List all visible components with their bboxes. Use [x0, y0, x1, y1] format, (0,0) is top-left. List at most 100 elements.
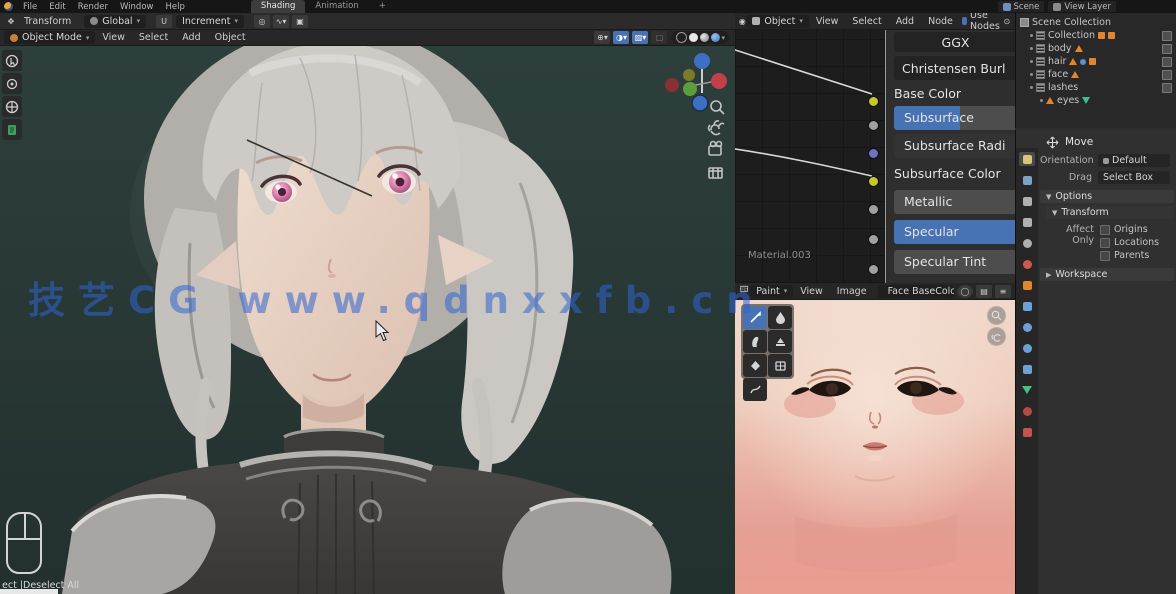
pivot-point-icon[interactable]: ▣: [292, 15, 308, 28]
distribution-dropdown[interactable]: GGX: [894, 32, 1015, 52]
viewport-menu-object[interactable]: Object: [208, 32, 253, 43]
param-specular-slider[interactable]: Specular: [894, 220, 1015, 244]
outliner-row-collection[interactable]: Collection: [1016, 29, 1176, 42]
param-subsurface-slider[interactable]: Subsurface: [894, 106, 1015, 130]
menu-help[interactable]: Help: [159, 2, 190, 12]
socket-subsurface[interactable]: [868, 120, 879, 131]
menu-window[interactable]: Window: [114, 2, 160, 12]
proportional-editing-icon[interactable]: ◎: [254, 15, 270, 28]
hide-dot-icon[interactable]: [1040, 99, 1043, 102]
properties-tab-object[interactable]: [1019, 278, 1035, 292]
visibility-checkbox[interactable]: [1162, 44, 1172, 54]
workspace-tab-+[interactable]: +: [369, 0, 396, 13]
node-menu-node[interactable]: Node: [921, 16, 960, 27]
properties-tab-output[interactable]: [1019, 194, 1035, 208]
shading-extra-icon[interactable]: ▢: [651, 31, 667, 44]
outliner-row-eyes[interactable]: eyes: [1016, 94, 1176, 107]
viewport-menu-add[interactable]: Add: [175, 32, 207, 43]
scene-selector[interactable]: Scene: [998, 1, 1045, 12]
socket-subsurface-color[interactable]: [868, 176, 879, 187]
workspace-panel-header[interactable]: ▶Workspace: [1040, 268, 1174, 281]
hide-dot-icon[interactable]: [1030, 60, 1033, 63]
annotate-paint-tool[interactable]: [743, 378, 767, 401]
view-layer-selector[interactable]: View Layer: [1048, 1, 1116, 12]
draw-paint-tool[interactable]: [743, 306, 767, 329]
image-zoom-gizmo[interactable]: [987, 306, 1006, 325]
locations-checkbox[interactable]: [1100, 238, 1110, 248]
blender-logo-icon[interactable]: [4, 2, 13, 11]
shading-solid-icon[interactable]: [689, 33, 698, 42]
gizmo-dropdown-icon[interactable]: ⊕▾: [594, 31, 610, 44]
node-editor-type-icon[interactable]: ◉: [738, 15, 746, 28]
properties-tab-view-layer[interactable]: [1019, 215, 1035, 229]
parents-checkbox[interactable]: [1100, 251, 1110, 261]
mask-paint-tool[interactable]: [768, 354, 792, 377]
properties-tab-tool[interactable]: [1019, 152, 1035, 166]
pin-icon[interactable]: ⊙: [1003, 15, 1011, 28]
properties-tab-physics[interactable]: [1019, 341, 1035, 355]
properties-tab-data[interactable]: [1019, 383, 1035, 397]
gizmo-axis-neg-x[interactable]: [665, 78, 679, 92]
visibility-checkbox[interactable]: [1162, 70, 1172, 80]
move-tool-button[interactable]: [2, 96, 22, 117]
snap-magnet-icon[interactable]: U: [156, 15, 172, 28]
outliner-row-hair[interactable]: hair: [1016, 55, 1176, 68]
node-menu-select[interactable]: Select: [845, 16, 888, 27]
drag-value-dropdown[interactable]: Select Box: [1098, 171, 1170, 184]
properties-tab-render[interactable]: [1019, 173, 1035, 187]
fill-paint-tool[interactable]: [743, 354, 767, 377]
shading-type-dropdown[interactable]: Object▾: [746, 15, 808, 28]
shading-wireframe-icon[interactable]: [676, 32, 687, 43]
cursor-tool-button[interactable]: [2, 73, 22, 94]
node-editor-canvas[interactable]: GGX Christensen Burl Base ColorSubsurfac…: [735, 30, 1015, 283]
smear-paint-tool[interactable]: [743, 330, 767, 353]
node-menu-view[interactable]: View: [809, 16, 846, 27]
outliner-row-face[interactable]: face: [1016, 68, 1176, 81]
gizmo-axis-y[interactable]: [683, 82, 697, 96]
workspace-tab-animation[interactable]: Animation: [305, 0, 368, 13]
hide-dot-icon[interactable]: [1030, 86, 1033, 89]
socket-base-color[interactable]: [868, 96, 879, 107]
soften-paint-tool[interactable]: [768, 306, 792, 329]
origins-checkbox[interactable]: [1100, 225, 1110, 235]
properties-tab-texture[interactable]: [1019, 425, 1035, 439]
image-datablock[interactable]: Face BaseColor: [878, 285, 954, 298]
subsurface-method-dropdown[interactable]: Christensen Burl: [894, 56, 1015, 80]
visibility-checkbox[interactable]: [1162, 57, 1172, 67]
hide-dot-icon[interactable]: [1030, 34, 1033, 37]
menu-render[interactable]: Render: [72, 2, 114, 12]
channels-icon[interactable]: ▤: [976, 285, 992, 298]
image-editor-type-icon[interactable]: 🖽: [738, 285, 750, 298]
visibility-checkbox[interactable]: [1162, 83, 1172, 93]
properties-tab-particles[interactable]: [1019, 320, 1035, 334]
image-menu-image[interactable]: Image: [830, 286, 874, 297]
snap-dropdown[interactable]: Increment▾: [176, 15, 244, 28]
orientation-dropdown[interactable]: Global▾: [84, 15, 146, 28]
xray-toggle-icon[interactable]: ▨▾: [632, 31, 648, 44]
transform-panel-header[interactable]: ▼Transform: [1046, 206, 1174, 219]
mask-display-icon[interactable]: ◯: [957, 285, 973, 298]
clone-paint-tool[interactable]: [768, 330, 792, 353]
principled-bsdf-node[interactable]: GGX Christensen Burl Base ColorSubsurfac…: [885, 30, 1015, 283]
workspace-tab-shading[interactable]: Shading: [251, 0, 306, 13]
use-nodes-checkbox[interactable]: [962, 17, 967, 25]
overlays-toggle-icon[interactable]: ◑▾: [613, 31, 629, 44]
properties-tab-constraints[interactable]: [1019, 362, 1035, 376]
properties-tab-modifiers[interactable]: [1019, 299, 1035, 313]
3d-viewport[interactable]: [0, 13, 735, 594]
outliner-row-lashes[interactable]: lashes: [1016, 81, 1176, 94]
image-mode-dropdown[interactable]: Paint▾: [750, 285, 793, 298]
visibility-checkbox[interactable]: [1162, 31, 1172, 41]
param-subsurface-radi-slider[interactable]: Subsurface Radi: [894, 134, 1015, 158]
properties-tab-scene[interactable]: [1019, 236, 1035, 250]
gizmo-axis-neg-y[interactable]: [683, 69, 695, 81]
orientation-value-dropdown[interactable]: Default: [1098, 154, 1170, 167]
menu-edit[interactable]: Edit: [43, 2, 71, 12]
hide-dot-icon[interactable]: [1030, 73, 1033, 76]
outliner-root-row[interactable]: Scene Collection: [1016, 16, 1176, 29]
outliner-row-body[interactable]: body: [1016, 42, 1176, 55]
image-menu-view[interactable]: View: [793, 286, 830, 297]
viewport-menu-view[interactable]: View: [95, 32, 132, 43]
options-panel-header[interactable]: ▼Options: [1040, 190, 1174, 203]
viewport-menu-select[interactable]: Select: [132, 32, 175, 43]
